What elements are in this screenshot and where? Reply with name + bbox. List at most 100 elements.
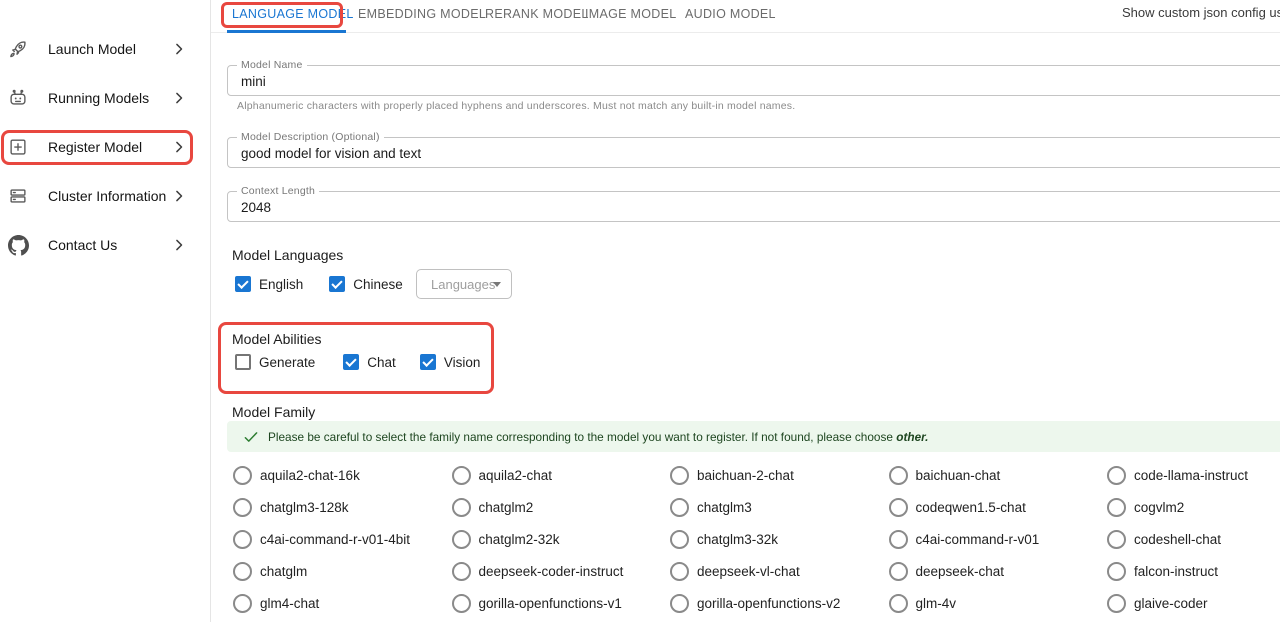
model-family-option-aquila2-chat-16k[interactable]: aquila2-chat-16k	[227, 459, 446, 491]
model-family-alert: Please be careful to select the family n…	[227, 421, 1280, 452]
radio-icon	[1107, 562, 1126, 581]
sidebar-item-label: Running Models	[48, 90, 149, 106]
model-family-option-chatglm3-32k[interactable]: chatglm3-32k	[664, 523, 883, 555]
radio-icon	[670, 498, 689, 517]
radio-icon	[670, 594, 689, 613]
model-family-option-falcon-instruct[interactable]: falcon-instruct	[1101, 555, 1280, 587]
model-family-option-chatglm3-128k[interactable]: chatglm3-128k	[227, 491, 446, 523]
model-family-option-c4ai-command-r-v01[interactable]: c4ai-command-r-v01	[883, 523, 1102, 555]
vision-checkbox-label[interactable]: Vision	[444, 355, 481, 370]
radio-icon	[889, 530, 908, 549]
context-length-field[interactable]: Context Length	[227, 191, 1280, 222]
check-icon	[242, 428, 260, 446]
model-family-title: Model Family	[232, 404, 315, 420]
radio-icon	[1107, 466, 1126, 485]
tab-image-model[interactable]: IMAGE MODEL	[585, 7, 677, 21]
model-family-option-code-llama-instruct[interactable]: code-llama-instruct	[1101, 459, 1280, 491]
sidebar-item-label: Contact Us	[48, 237, 117, 253]
tab-rerank-model[interactable]: RERANK MODEL	[485, 7, 589, 21]
model-abilities-row: Generate Chat Vision	[235, 354, 506, 370]
register-model-page: Launch Model Running Models	[0, 0, 1280, 622]
radio-icon	[670, 530, 689, 549]
model-family-option-deepseek-chat[interactable]: deepseek-chat	[883, 555, 1102, 587]
model-family-option-glaive-coder[interactable]: glaive-coder	[1101, 587, 1280, 619]
radio-icon	[452, 498, 471, 517]
radio-icon	[233, 562, 252, 581]
github-icon	[6, 233, 30, 257]
english-checkbox-label[interactable]: English	[259, 277, 303, 292]
model-family-option-baichuan-2-chat[interactable]: baichuan-2-chat	[664, 459, 883, 491]
radio-icon	[452, 562, 471, 581]
languages-select[interactable]: Languages	[416, 269, 512, 299]
context-length-input[interactable]	[228, 192, 1280, 221]
model-family-option-c4ai-command-r-v01-4bit[interactable]: c4ai-command-r-v01-4bit	[227, 523, 446, 555]
tab-embedding-model[interactable]: EMBEDDING MODEL	[358, 7, 486, 21]
languages-select-placeholder: Languages	[431, 277, 495, 292]
model-family-option-baichuan-chat[interactable]: baichuan-chat	[883, 459, 1102, 491]
model-family-option-codeqwen1-5-chat[interactable]: codeqwen1.5-chat	[883, 491, 1102, 523]
chat-checkbox-label[interactable]: Chat	[367, 355, 396, 370]
chinese-checkbox-label[interactable]: Chinese	[353, 277, 403, 292]
chevron-right-icon	[169, 235, 189, 255]
generate-checkbox-label[interactable]: Generate	[259, 355, 315, 370]
sidebar-item-cluster-information[interactable]: Cluster Information	[0, 178, 210, 214]
radio-icon	[452, 530, 471, 549]
sidebar-item-contact-us[interactable]: Contact Us	[0, 227, 210, 263]
model-family-alert-text: Please be careful to select the family n…	[268, 430, 928, 444]
chevron-right-icon	[169, 88, 189, 108]
model-family-option-chatglm3[interactable]: chatglm3	[664, 491, 883, 523]
alert-emphasis: other.	[896, 430, 928, 444]
model-family-option-codeshell-chat[interactable]: codeshell-chat	[1101, 523, 1280, 555]
radio-icon	[233, 594, 252, 613]
sidebar-item-register-model[interactable]: Register Model	[0, 129, 210, 165]
radio-icon	[233, 466, 252, 485]
model-family-option-glm-4v[interactable]: glm-4v	[883, 587, 1102, 619]
chevron-right-icon	[169, 39, 189, 59]
tab-audio-model[interactable]: AUDIO MODEL	[685, 7, 776, 21]
sidebar-item-label: Register Model	[48, 139, 142, 155]
sidebar-item-running-models[interactable]: Running Models	[0, 80, 210, 116]
radio-icon	[889, 594, 908, 613]
chinese-checkbox[interactable]	[329, 276, 345, 292]
model-description-input[interactable]	[228, 138, 1280, 167]
model-languages-row: English Chinese	[235, 276, 429, 292]
vision-checkbox[interactable]	[420, 354, 436, 370]
rocket-icon	[6, 37, 30, 61]
model-abilities-title: Model Abilities	[232, 331, 322, 347]
radio-icon	[233, 530, 252, 549]
model-name-field[interactable]: Model Name	[227, 65, 1280, 96]
model-family-option-glm4-chat[interactable]: glm4-chat	[227, 587, 446, 619]
model-family-option-deepseek-coder-instruct[interactable]: deepseek-coder-instruct	[446, 555, 665, 587]
generate-checkbox[interactable]	[235, 354, 251, 370]
model-family-option-chatglm[interactable]: chatglm	[227, 555, 446, 587]
model-family-option-deepseek-vl-chat[interactable]: deepseek-vl-chat	[664, 555, 883, 587]
radio-icon	[1107, 594, 1126, 613]
radio-icon	[233, 498, 252, 517]
radio-icon	[1107, 498, 1126, 517]
radio-icon	[670, 466, 689, 485]
show-custom-json-config-toggle[interactable]: Show custom json config used b	[1122, 5, 1280, 20]
model-name-input[interactable]	[228, 66, 1280, 95]
english-checkbox[interactable]	[235, 276, 251, 292]
radio-icon	[889, 562, 908, 581]
model-family-option-gorilla-openfunctions-v1[interactable]: gorilla-openfunctions-v1	[446, 587, 665, 619]
radio-icon	[889, 466, 908, 485]
tab-language-model[interactable]: LANGUAGE MODEL	[232, 7, 354, 21]
model-description-field[interactable]: Model Description (Optional)	[227, 137, 1280, 168]
model-languages-title: Model Languages	[232, 247, 343, 263]
model-family-options-grid: aquila2-chat-16k aquila2-chat baichuan-2…	[227, 459, 1280, 619]
model-family-option-chatglm2[interactable]: chatglm2	[446, 491, 665, 523]
model-family-option-gorilla-openfunctions-v2[interactable]: gorilla-openfunctions-v2	[664, 587, 883, 619]
sidebar-item-label: Launch Model	[48, 41, 136, 57]
plus-square-icon	[6, 135, 30, 159]
radio-icon	[452, 466, 471, 485]
cluster-icon	[6, 184, 30, 208]
model-family-option-cogvlm2[interactable]: cogvlm2	[1101, 491, 1280, 523]
model-family-option-chatglm2-32k[interactable]: chatglm2-32k	[446, 523, 665, 555]
sidebar: Launch Model Running Models	[0, 0, 211, 622]
chevron-right-icon	[169, 137, 189, 157]
sidebar-item-launch-model[interactable]: Launch Model	[0, 31, 210, 67]
model-family-option-aquila2-chat[interactable]: aquila2-chat	[446, 459, 665, 491]
chat-checkbox[interactable]	[343, 354, 359, 370]
alert-text: Please be careful to select the family n…	[268, 430, 893, 444]
